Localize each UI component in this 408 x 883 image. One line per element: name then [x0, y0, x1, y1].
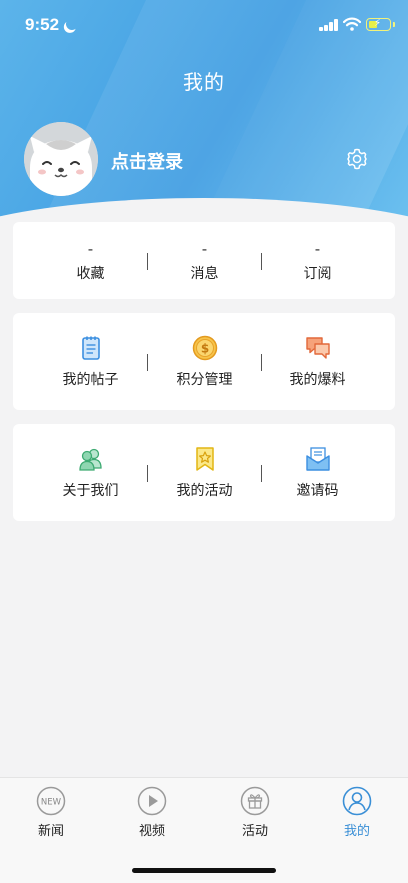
menu-card-2: 关于我们 我的活动 邀请码: [13, 424, 395, 521]
stat-messages[interactable]: - 消息: [141, 222, 268, 299]
stat-favorites[interactable]: - 收藏: [27, 222, 154, 299]
page-title: 我的: [183, 70, 225, 94]
news-icon: NEW: [36, 786, 66, 816]
stats-card: - 收藏 - 消息 - 订阅: [13, 222, 395, 299]
menu-item-label: 关于我们: [62, 483, 119, 499]
home-indicator[interactable]: [132, 868, 276, 873]
people-icon: [78, 448, 102, 471]
cat-avatar-icon: [24, 122, 98, 196]
tab-label: 视频: [138, 824, 165, 839]
menu-item-about-us[interactable]: 关于我们: [27, 424, 154, 521]
stat-label: 收藏: [76, 266, 105, 282]
menu-item-label: 我的活动: [176, 483, 233, 499]
menu-item-label: 我的爆料: [289, 372, 346, 388]
gear-icon[interactable]: [345, 147, 369, 171]
note-icon: [81, 336, 100, 360]
wifi-icon: [343, 17, 361, 31]
chat-bubbles-icon: [305, 337, 330, 359]
menu-card-1: 我的帖子 $ 积分管理 我的爆料: [13, 313, 395, 410]
status-time: 9:52: [25, 15, 60, 34]
menu-item-label: 我的帖子: [62, 372, 119, 388]
play-icon: [137, 786, 167, 816]
login-link[interactable]: 点击登录: [111, 148, 183, 174]
coin-icon: $: [192, 335, 217, 361]
menu-item-label: 邀请码: [296, 483, 339, 499]
tab-video[interactable]: 视频: [117, 786, 187, 839]
moon-icon: [64, 16, 79, 31]
status-bar: 9:52 ⚡: [0, 0, 408, 50]
tab-news[interactable]: NEW 新闻: [16, 786, 86, 839]
svg-text:$: $: [200, 342, 208, 356]
menu-item-my-tips[interactable]: 我的爆料: [254, 313, 381, 410]
envelope-icon: [305, 447, 330, 471]
tab-label: 活动: [241, 824, 268, 839]
stat-subscriptions[interactable]: - 订阅: [254, 222, 381, 299]
stat-value: -: [314, 240, 321, 258]
tab-mine[interactable]: 我的: [322, 786, 392, 839]
menu-item-my-activities[interactable]: 我的活动: [141, 424, 268, 521]
gift-icon: [240, 786, 270, 816]
tab-activities[interactable]: 活动: [220, 786, 290, 839]
tab-label: 我的: [343, 824, 370, 839]
stat-label: 消息: [190, 266, 219, 282]
bookmark-star-icon: [195, 447, 214, 471]
menu-item-invite-code[interactable]: 邀请码: [254, 424, 381, 521]
battery-icon: ⚡: [366, 18, 395, 31]
menu-item-points[interactable]: $ 积分管理: [141, 313, 268, 410]
svg-text:NEW: NEW: [41, 798, 62, 808]
stat-value: -: [87, 240, 94, 258]
menu-item-my-posts[interactable]: 我的帖子: [27, 313, 154, 410]
tab-label: 新闻: [37, 824, 64, 839]
avatar[interactable]: [24, 122, 98, 196]
stat-value: -: [201, 240, 208, 258]
user-icon: [342, 786, 372, 816]
menu-item-label: 积分管理: [176, 372, 233, 388]
signal-icon: [319, 19, 339, 31]
stat-label: 订阅: [303, 266, 332, 282]
